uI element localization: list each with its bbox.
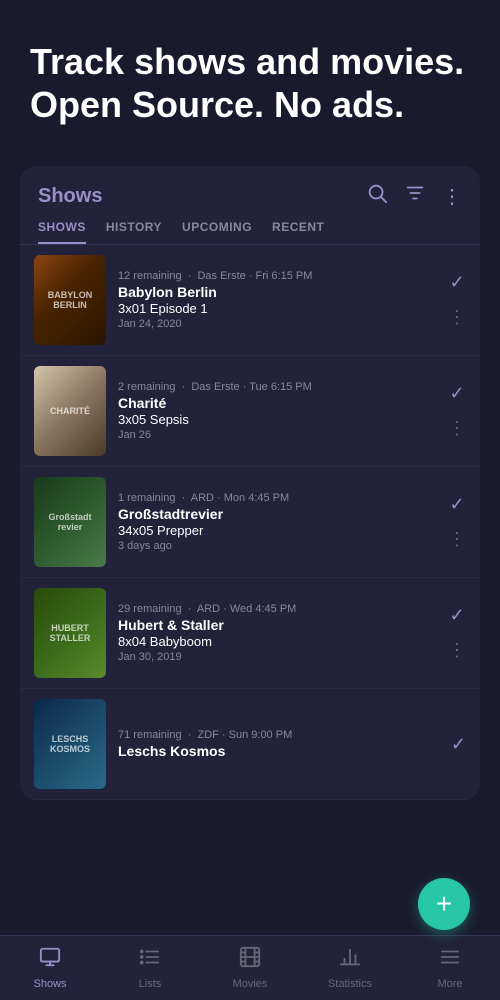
check-icon[interactable]: ✓: [449, 272, 464, 293]
tab-shows[interactable]: SHOWS: [38, 220, 86, 244]
nav-item-movies[interactable]: Movies: [200, 946, 300, 990]
show-name: Babylon Berlin: [118, 284, 440, 300]
poster-label: CHARITÉ: [34, 366, 106, 456]
show-actions: ✓ ⋮: [448, 383, 466, 439]
filter-icon[interactable]: [404, 182, 426, 210]
nav-label-movies: Movies: [233, 978, 268, 990]
check-icon[interactable]: ✓: [449, 605, 464, 626]
show-meta: 12 remaining · Das Erste · Fri 6:15 PM: [118, 270, 440, 282]
show-episode: 3x01 Episode 1: [118, 301, 440, 316]
show-date: Jan 26: [118, 429, 440, 441]
app-card: Shows ⋮ SHOWS HISTORY UPCOMING RECENT BA…: [20, 166, 480, 800]
list-icon: [139, 946, 161, 974]
show-name: Charité: [118, 395, 440, 411]
tab-upcoming[interactable]: UPCOMING: [182, 220, 252, 244]
bottom-nav: Shows Lists: [0, 935, 500, 1000]
tab-recent[interactable]: RECENT: [272, 220, 324, 244]
nav-label-statistics: Statistics: [328, 978, 372, 990]
check-icon[interactable]: ✓: [449, 494, 464, 515]
nav-item-shows[interactable]: Shows: [0, 946, 100, 990]
show-date: 3 days ago: [118, 540, 440, 552]
card-header: Shows ⋮: [20, 166, 480, 210]
show-meta: 2 remaining · Das Erste · Tue 6:15 PM: [118, 381, 440, 393]
show-episode: 8x04 Babyboom: [118, 634, 440, 649]
header-icons: ⋮: [366, 182, 462, 210]
poster-label: BABYLONBERLIN: [34, 255, 106, 345]
fab-add-button[interactable]: +: [418, 878, 470, 930]
show-item[interactable]: CHARITÉ 2 remaining · Das Erste · Tue 6:…: [20, 356, 480, 467]
check-icon[interactable]: ✓: [451, 734, 466, 755]
more-dots-icon: [439, 946, 461, 974]
show-episode: 34x05 Prepper: [118, 523, 440, 538]
show-meta: 1 remaining · ARD · Mon 4:45 PM: [118, 492, 440, 504]
show-info: 71 remaining · ZDF · Sun 9:00 PM Leschs …: [118, 729, 443, 760]
show-date: Jan 24, 2020: [118, 318, 440, 330]
show-item[interactable]: LESCHSKOSMOS 71 remaining · ZDF · Sun 9:…: [20, 689, 480, 800]
show-actions: ✓ ⋮: [448, 494, 466, 550]
show-actions: ✓ ⋮: [448, 605, 466, 661]
stats-icon: [339, 946, 361, 974]
tab-history[interactable]: HISTORY: [106, 220, 162, 244]
show-poster: LESCHSKOSMOS: [34, 699, 106, 789]
show-meta: 29 remaining · ARD · Wed 4:45 PM: [118, 603, 440, 615]
hero-section: Track shows and movies. Open Source. No …: [0, 0, 500, 156]
tv-icon: [39, 946, 61, 974]
show-name: Leschs Kosmos: [118, 743, 443, 759]
show-meta: 71 remaining · ZDF · Sun 9:00 PM: [118, 729, 443, 741]
card-title: Shows: [38, 185, 102, 208]
show-actions: ✓: [451, 734, 466, 755]
nav-label-lists: Lists: [139, 978, 162, 990]
nav-label-shows: Shows: [33, 978, 66, 990]
fab-plus-icon: +: [436, 888, 452, 920]
show-info: 1 remaining · ARD · Mon 4:45 PM Großstad…: [118, 492, 440, 552]
check-icon[interactable]: ✓: [449, 383, 464, 404]
item-overflow-icon[interactable]: ⋮: [448, 640, 466, 661]
movie-icon: [239, 946, 261, 974]
show-item[interactable]: BABYLONBERLIN 12 remaining · Das Erste ·…: [20, 245, 480, 356]
nav-item-statistics[interactable]: Statistics: [300, 946, 400, 990]
show-episode: 3x05 Sepsis: [118, 412, 440, 427]
show-poster: Großstadtrevier: [34, 477, 106, 567]
show-info: 12 remaining · Das Erste · Fri 6:15 PM B…: [118, 270, 440, 330]
overflow-menu-icon[interactable]: ⋮: [442, 184, 462, 209]
item-overflow-icon[interactable]: ⋮: [448, 529, 466, 550]
nav-item-lists[interactable]: Lists: [100, 946, 200, 990]
show-name: Großstadtrevier: [118, 506, 440, 522]
show-actions: ✓ ⋮: [448, 272, 466, 328]
show-date: Jan 30, 2019: [118, 651, 440, 663]
show-list: BABYLONBERLIN 12 remaining · Das Erste ·…: [20, 245, 480, 800]
show-poster: CHARITÉ: [34, 366, 106, 456]
tabs-bar: SHOWS HISTORY UPCOMING RECENT: [20, 210, 480, 245]
show-poster: BABYLONBERLIN: [34, 255, 106, 345]
item-overflow-icon[interactable]: ⋮: [448, 307, 466, 328]
nav-item-more[interactable]: More: [400, 946, 500, 990]
poster-label: Großstadtrevier: [34, 477, 106, 567]
poster-label: HUBERTSTALLER: [34, 588, 106, 678]
show-item[interactable]: Großstadtrevier 1 remaining · ARD · Mon …: [20, 467, 480, 578]
poster-label: LESCHSKOSMOS: [34, 699, 106, 789]
hero-title: Track shows and movies. Open Source. No …: [30, 40, 470, 126]
item-overflow-icon[interactable]: ⋮: [448, 418, 466, 439]
search-icon[interactable]: [366, 182, 388, 210]
show-item[interactable]: HUBERTSTALLER 29 remaining · ARD · Wed 4…: [20, 578, 480, 689]
show-name: Hubert & Staller: [118, 617, 440, 633]
show-info: 29 remaining · ARD · Wed 4:45 PM Hubert …: [118, 603, 440, 663]
nav-label-more: More: [437, 978, 462, 990]
show-poster: HUBERTSTALLER: [34, 588, 106, 678]
show-info: 2 remaining · Das Erste · Tue 6:15 PM Ch…: [118, 381, 440, 441]
